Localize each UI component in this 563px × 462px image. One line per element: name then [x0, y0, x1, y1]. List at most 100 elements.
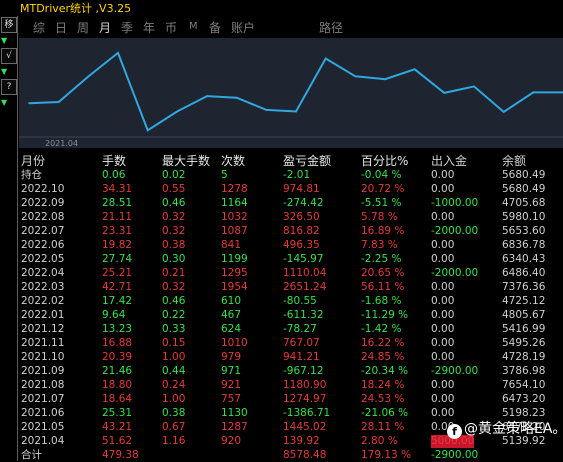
total-row: 合计 479.38 8578.48 179.13 % -2900.00: [21, 448, 561, 462]
tab-summary[interactable]: 综: [33, 19, 45, 36]
row-max-lots: 0.24: [162, 379, 186, 391]
row-month: 2022.07: [21, 225, 65, 237]
row-max-lots: 0.38: [162, 239, 186, 251]
table-row[interactable]: 2021.11 16.88 0.15 1010 767.07 16.22 % 0…: [21, 336, 561, 350]
row-percent: -1.68 %: [361, 295, 402, 307]
row-balance: 6473.20: [502, 393, 546, 405]
row-io: -2900.00: [431, 365, 479, 377]
row-max-lots: 0.15: [162, 337, 186, 349]
row-percent: -21.06 %: [361, 407, 409, 419]
header-balance: 余额: [502, 154, 527, 168]
row-lots: 16.88: [102, 337, 133, 349]
row-balance: 6486.40: [502, 267, 546, 279]
row-max-lots: 0.46: [162, 197, 186, 209]
collapse-triangle-icon[interactable]: ▼: [1, 67, 15, 76]
row-month: 2022.06: [21, 239, 65, 251]
row-max-lots: 0.21: [162, 267, 186, 279]
row-profit: 816.82: [283, 225, 320, 237]
row-count: 1010: [221, 337, 248, 349]
table-row[interactable]: 2022.05 27.74 0.30 1199 -145.97 -2.25 % …: [21, 252, 561, 266]
table-row[interactable]: 2022.07 23.31 0.32 1087 816.82 16.89 % -…: [21, 224, 561, 238]
row-balance: 5416.99: [502, 323, 546, 335]
row-balance: 7654.10: [502, 379, 546, 391]
row-io: 0.00: [431, 337, 455, 349]
holding-row: 持仓 0.06 0.02 5 -2.01 -0.04 % 0.00 5680.4…: [21, 168, 561, 182]
row-balance: 4805.67: [502, 309, 546, 321]
equity-point: [443, 92, 446, 94]
header-deposit-withdrawal: 出入金: [431, 154, 468, 168]
row-count: 1032: [221, 211, 248, 223]
table-row[interactable]: 2021.06 25.31 0.38 1130 -1386.71 -21.06 …: [21, 406, 561, 420]
row-percent: 7.83 %: [361, 239, 398, 251]
row-percent: 56.11 %: [361, 281, 405, 293]
table-row[interactable]: 2021.10 20.39 1.00 979 941.21 24.85 % 0.…: [21, 350, 561, 364]
table-row[interactable]: 2022.01 9.64 0.22 467 -611.32 -11.29 % 0…: [21, 308, 561, 322]
equity-point: [87, 75, 90, 78]
holding-io: 0.00: [431, 169, 455, 181]
row-count: 1199: [221, 253, 248, 265]
row-month: 2021.10: [21, 351, 65, 363]
help-button[interactable]: ?: [1, 79, 17, 95]
holding-profit: -2.01: [283, 169, 311, 181]
table-row[interactable]: 2021.08 18.80 0.24 921 1180.90 18.24 % 0…: [21, 378, 561, 392]
tab-notes[interactable]: 备: [209, 19, 221, 36]
table-row[interactable]: 2021.12 13.23 0.33 624 -78.27 -1.42 % 0.…: [21, 322, 561, 336]
row-lots: 27.74: [102, 253, 133, 265]
row-io: 0.00: [431, 323, 455, 335]
row-percent: -2.25 %: [361, 253, 402, 265]
table-row[interactable]: 2022.06 19.82 0.38 841 496.35 7.83 % 0.0…: [21, 238, 561, 252]
row-balance: 4705.68: [502, 197, 546, 209]
tab-path[interactable]: 路径: [319, 19, 343, 36]
table-row[interactable]: 2022.04 25.21 0.21 1295 1110.04 20.65 % …: [21, 266, 561, 280]
table-row[interactable]: 2022.08 21.11 0.32 1032 326.50 5.78 % 0.…: [21, 210, 561, 224]
row-io: 0.00: [431, 309, 455, 321]
row-lots: 19.82: [102, 239, 133, 251]
row-balance: 6340.43: [502, 253, 546, 265]
table-row[interactable]: 2022.02 17.42 0.46 610 -80.55 -1.68 % 0.…: [21, 294, 561, 308]
collapse-triangle-icon[interactable]: ▼: [1, 36, 15, 45]
row-lots: 18.64: [102, 393, 133, 405]
watermark: f @黄金策略EA。: [447, 419, 563, 439]
table-row[interactable]: 2022.03 42.71 0.32 1954 2651.24 56.11 % …: [21, 280, 561, 294]
collapse-triangle-icon[interactable]: ▼: [1, 98, 15, 107]
row-io: 0.00: [431, 239, 455, 251]
tab-m[interactable]: M: [189, 21, 198, 32]
header-month: 月份: [21, 154, 46, 168]
equity-point: [57, 101, 60, 103]
row-percent: 20.65 %: [361, 267, 405, 279]
table-row[interactable]: 2022.09 28.51 0.46 1164 -274.42 -5.51 % …: [21, 196, 561, 210]
move-button[interactable]: 移: [1, 17, 17, 33]
table-row[interactable]: 2021.07 18.64 1.00 757 1274.97 24.53 % 0…: [21, 392, 561, 406]
row-month: 2022.05: [21, 253, 65, 265]
total-io: -2900.00: [431, 449, 479, 461]
row-percent: 2.80 %: [361, 435, 398, 447]
tab-day[interactable]: 日: [55, 19, 67, 36]
equity-point: [28, 102, 30, 105]
check-button[interactable]: √: [1, 48, 17, 64]
row-balance: 5653.60: [502, 225, 546, 237]
equity-point: [265, 109, 268, 111]
tab-week[interactable]: 周: [77, 19, 89, 36]
row-lots: 20.39: [102, 351, 133, 363]
holding-max-lots: 0.02: [162, 169, 186, 181]
table-row[interactable]: 2022.10 34.31 0.55 1278 974.81 20.72 % 0…: [21, 182, 561, 196]
row-lots: 21.46: [102, 365, 133, 377]
row-lots: 42.71: [102, 281, 133, 293]
row-percent: 18.24 %: [361, 379, 405, 391]
row-month: 2021.07: [21, 393, 65, 405]
tab-quarter[interactable]: 季: [121, 19, 133, 36]
equity-point: [117, 52, 119, 54]
tab-currency[interactable]: 币: [165, 19, 177, 36]
equity-point: [473, 85, 475, 88]
header-profit: 盈亏金额: [283, 154, 332, 168]
tab-account[interactable]: 账户: [231, 19, 255, 36]
equity-chart: 2021.04: [19, 38, 563, 148]
row-io: 0.00: [431, 183, 455, 195]
table-row[interactable]: 2021.09 21.46 0.44 971 -967.12 -20.34 % …: [21, 364, 561, 378]
tab-year[interactable]: 年: [143, 19, 155, 36]
tab-month[interactable]: 月: [99, 19, 111, 36]
row-month: 2022.01: [21, 309, 65, 321]
row-percent: 16.89 %: [361, 225, 405, 237]
row-lots: 34.31: [102, 183, 133, 195]
equity-point: [502, 111, 505, 113]
